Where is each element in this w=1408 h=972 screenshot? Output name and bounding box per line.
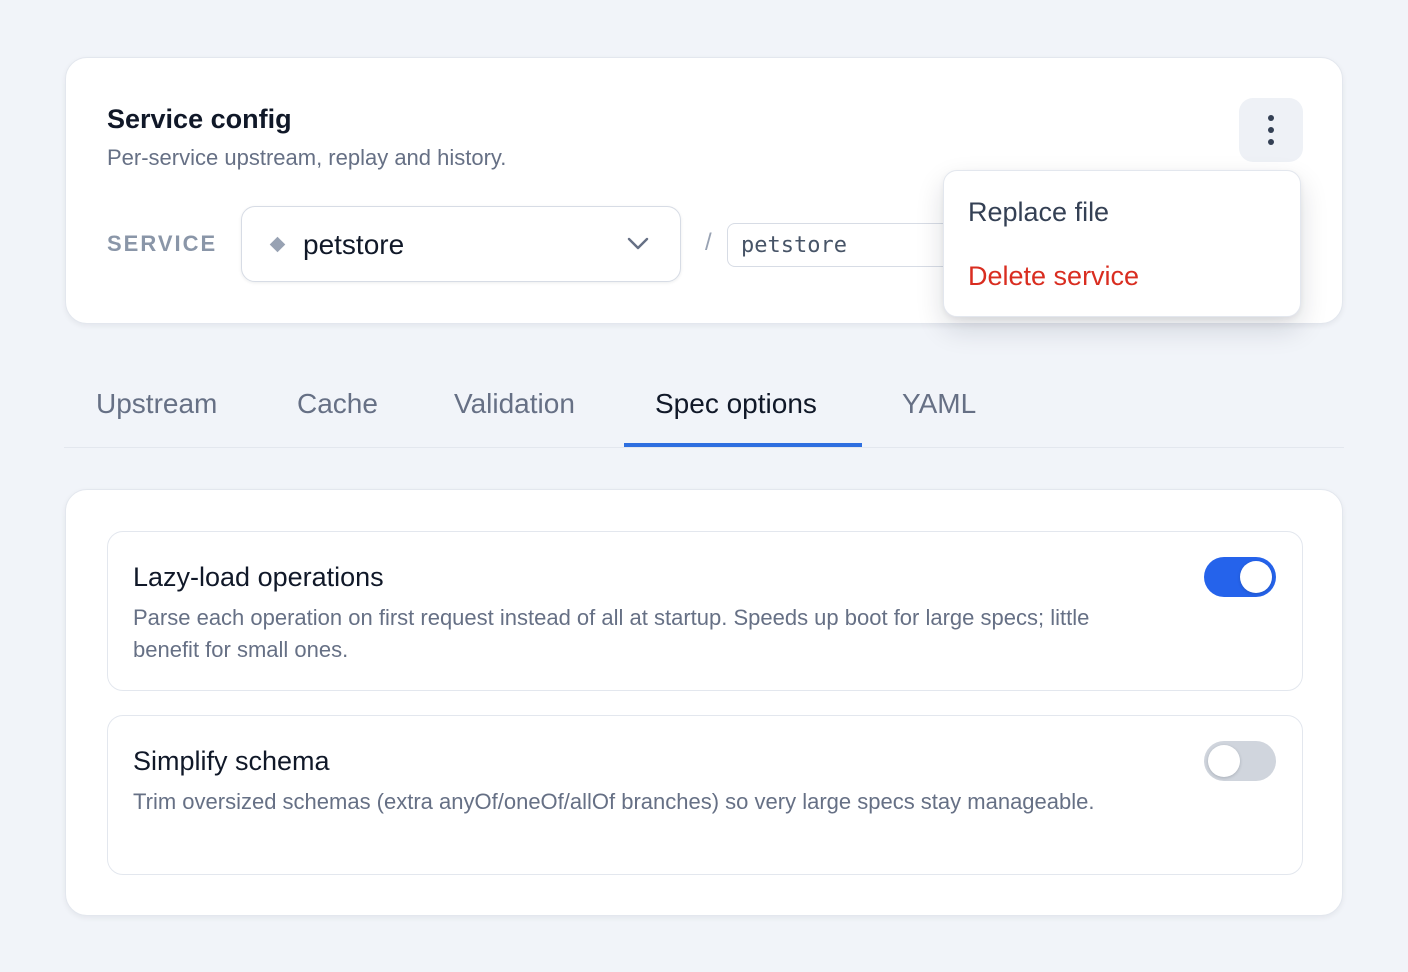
more-options-button[interactable] [1239, 98, 1303, 162]
diamond-icon [269, 236, 286, 253]
chevron-down-icon [627, 237, 649, 250]
tab-bar: Upstream Cache Validation Spec options Y… [64, 380, 1344, 448]
tab-spec-options[interactable]: Spec options [655, 388, 817, 420]
option-title: Simplify schema [133, 746, 330, 776]
option-description: Trim oversized schemas (extra anyOf/oneO… [133, 789, 1095, 814]
option-lazy-load: Lazy-load operations Parse each operatio… [107, 531, 1303, 691]
service-select-value: petstore [303, 229, 405, 260]
more-vertical-icon-dot [1268, 127, 1274, 133]
simplify-schema-toggle[interactable] [1204, 741, 1276, 781]
tab-validation[interactable]: Validation [454, 388, 575, 420]
toggle-knob [1240, 561, 1272, 593]
more-vertical-icon [1268, 115, 1274, 121]
tab-yaml[interactable]: YAML [902, 388, 976, 420]
tab-upstream[interactable]: Upstream [96, 388, 217, 420]
service-label: SERVICE [107, 231, 218, 256]
toggle-knob [1208, 745, 1240, 777]
tab-cache[interactable]: Cache [297, 388, 378, 420]
spec-options-card: Lazy-load operations Parse each operatio… [65, 489, 1343, 916]
option-simplify-schema: Simplify schema Trim oversized schemas (… [107, 715, 1303, 875]
more-vertical-icon-dot [1268, 139, 1274, 145]
menu-item-delete-service[interactable]: Delete service [968, 261, 1139, 292]
page-title: Service config [107, 104, 292, 134]
option-title: Lazy-load operations [133, 562, 384, 592]
more-options-menu: Replace file Delete service [943, 170, 1301, 317]
option-description: Parse each operation on first request in… [133, 605, 1090, 662]
active-tab-indicator [624, 443, 862, 447]
menu-item-replace-file[interactable]: Replace file [968, 197, 1109, 228]
lazy-load-toggle[interactable] [1204, 557, 1276, 597]
service-select[interactable]: petstore [241, 206, 681, 282]
page-subtitle: Per-service upstream, replay and history… [107, 145, 507, 170]
path-separator: / [705, 229, 712, 256]
